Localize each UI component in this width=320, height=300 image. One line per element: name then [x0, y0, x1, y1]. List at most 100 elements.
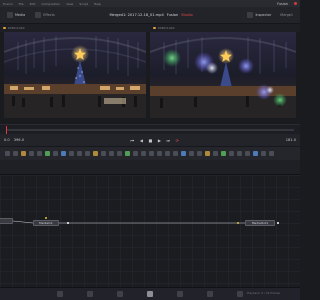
node-tool-icon[interactable]: [109, 151, 114, 156]
inspector-button[interactable]: Inspector: [244, 11, 274, 19]
node-connections: [12, 217, 279, 224]
node-source[interactable]: [0, 218, 13, 224]
node-tool-icon[interactable]: [93, 151, 98, 156]
left-viewer-corner: 1080x1920: [7, 26, 25, 30]
record-indicator-icon: [294, 2, 297, 5]
node-editor-header: [0, 160, 300, 175]
node-tool-icon[interactable]: [45, 151, 50, 156]
node-tool-icon[interactable]: [77, 151, 82, 156]
merge-button[interactable]: Merge1: [277, 11, 296, 19]
node-mediain[interactable]: MediaIn1: [33, 220, 59, 226]
right-viewer-corner: 1080x1920: [157, 26, 175, 30]
composition-title: Merged1: 2017.12.18_01.mp4 Fusion Studio: [109, 13, 192, 17]
node-output-port[interactable]: [277, 222, 279, 224]
page-color-icon[interactable]: [177, 291, 183, 297]
page-fusion-icon[interactable]: [147, 291, 153, 297]
node-tool-icon[interactable]: [21, 151, 26, 156]
node-tool-icon[interactable]: [181, 151, 186, 156]
node-tool-icon[interactable]: [101, 151, 106, 156]
composition-title-label: Fusion: [166, 13, 179, 17]
node-mediaout[interactable]: MediaOut1: [245, 220, 275, 226]
effects-label: Effects: [43, 13, 55, 17]
go-to-start-icon[interactable]: ⏮: [130, 138, 135, 143]
node-tool-icon[interactable]: [5, 151, 10, 156]
node-tool-icon[interactable]: [229, 151, 234, 156]
node-tool-icon[interactable]: [157, 151, 162, 156]
start-timecode[interactable]: 0.0: [4, 138, 10, 142]
node-tool-icon[interactable]: [125, 151, 130, 156]
node-label: MediaOut1: [251, 221, 269, 225]
node-editor[interactable]: MediaIn1 MediaOut1: [0, 175, 300, 287]
node-tool-icon[interactable]: [133, 151, 138, 156]
node-tool-icon[interactable]: [69, 151, 74, 156]
media-pool-label: Media: [15, 13, 26, 17]
node-tool-icon[interactable]: [141, 151, 146, 156]
current-timecode[interactable]: 396.0: [14, 138, 24, 142]
node-tool-icon[interactable]: [61, 151, 66, 156]
page-cut-icon[interactable]: [87, 291, 93, 297]
stop-icon[interactable]: ■: [148, 138, 153, 143]
node-label: MediaIn1: [39, 221, 53, 225]
node-tool-icon[interactable]: [13, 151, 18, 156]
inspector-icon: [247, 12, 254, 18]
menu-item-edit[interactable]: Edit: [30, 2, 36, 6]
node-tool-icon[interactable]: [269, 151, 274, 156]
viewer-dot-icon: [153, 26, 156, 30]
menu-item-composition[interactable]: Composition: [41, 2, 60, 6]
node-tool-icon[interactable]: [245, 151, 250, 156]
page-fairlight-icon[interactable]: [207, 291, 213, 297]
left-viewer[interactable]: [4, 32, 146, 118]
right-viewer[interactable]: [150, 32, 296, 118]
left-viewer-image: [4, 32, 146, 118]
go-to-end-icon[interactable]: ⏭: [166, 138, 171, 143]
transport-controls: ⏮ ◀ ■ ▶ ⏭ ⟳: [28, 138, 282, 143]
time-ruler-track[interactable]: [6, 129, 294, 131]
menu-item-file[interactable]: File: [19, 2, 24, 6]
node-tool-icon[interactable]: [29, 151, 34, 156]
node-tool-icon[interactable]: [189, 151, 194, 156]
left-viewer-header: 1080x1920: [0, 24, 150, 32]
menu-item-view[interactable]: View: [66, 2, 73, 6]
node-tool-icon[interactable]: [37, 151, 42, 156]
node-output-port[interactable]: [67, 222, 69, 224]
node-tool-icon[interactable]: [85, 151, 90, 156]
viewer-dot-icon: [3, 26, 6, 30]
right-viewer-image: [150, 32, 296, 118]
composition-clip-label: Merged1: 2017.12.18_01.mp4: [109, 13, 164, 17]
node-tool-icon[interactable]: [117, 151, 122, 156]
connection-line: [12, 220, 34, 224]
node-tool-icon[interactable]: [165, 151, 170, 156]
transport-bar: 0.0 396.0 ⏮ ◀ ■ ▶ ⏭ ⟳ 181.0: [0, 134, 300, 146]
node-tool-icon[interactable]: [261, 151, 266, 156]
page-edit-icon[interactable]: [117, 291, 123, 297]
menu-item-fusion[interactable]: Fusion: [3, 2, 13, 6]
node-tool-icon[interactable]: [197, 151, 202, 156]
node-tool-icon[interactable]: [53, 151, 58, 156]
node-tool-icon[interactable]: [205, 151, 210, 156]
playhead[interactable]: [6, 126, 7, 134]
effects-button[interactable]: Effects: [32, 11, 58, 19]
node-tool-icon[interactable]: [149, 151, 154, 156]
merge-label: Merge1: [280, 13, 294, 17]
node-toolbar: [0, 146, 300, 160]
page-media-icon[interactable]: [57, 291, 63, 297]
time-ruler[interactable]: [0, 124, 300, 134]
node-tool-icon[interactable]: [253, 151, 258, 156]
loop-icon[interactable]: ⟳: [175, 138, 180, 143]
page-deliver-icon[interactable]: [237, 291, 243, 297]
menu-item-help[interactable]: Help: [94, 2, 101, 6]
node-tool-icon[interactable]: [173, 151, 178, 156]
playback-status: Playback: 0 / 39 frames: [246, 291, 280, 295]
media-icon: [7, 12, 13, 18]
node-tool-icon[interactable]: [221, 151, 226, 156]
end-timecode[interactable]: 181.0: [286, 138, 296, 142]
media-pool-button[interactable]: Media: [4, 11, 28, 19]
node-tool-icon[interactable]: [237, 151, 242, 156]
node-tool-icon[interactable]: [213, 151, 218, 156]
composition-state-label: Studio: [181, 13, 193, 17]
node-input-port[interactable]: [237, 222, 239, 224]
play-reverse-icon[interactable]: ◀: [139, 138, 144, 143]
menu-item-script[interactable]: Script: [79, 2, 88, 6]
play-icon[interactable]: ▶: [157, 138, 162, 143]
node-input-port[interactable]: [45, 217, 47, 219]
